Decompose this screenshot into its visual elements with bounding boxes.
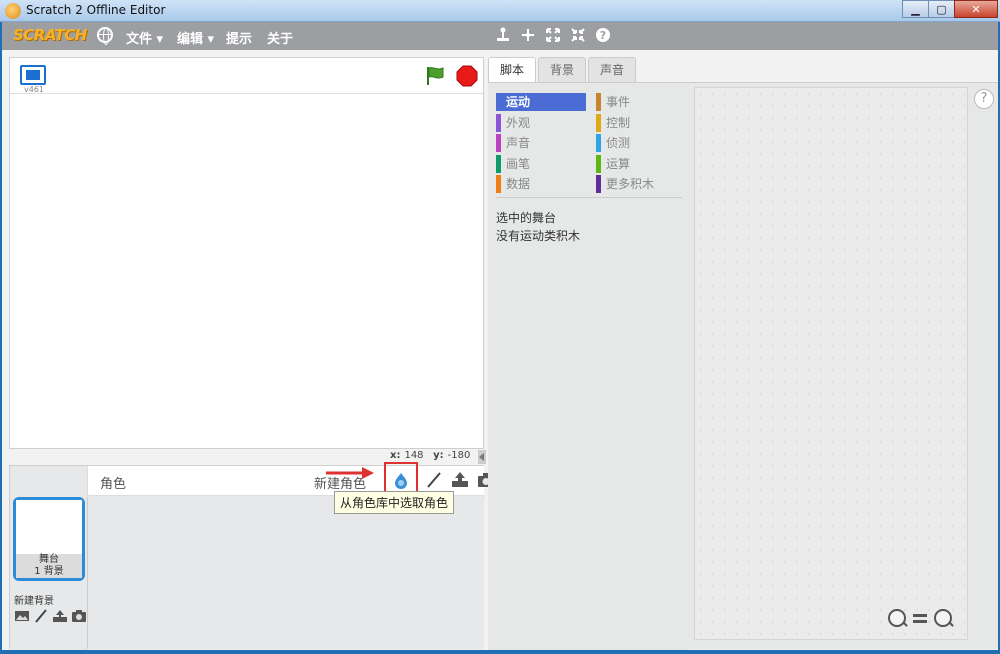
scratch-logo[interactable]: SCRATCH (13, 26, 87, 44)
sprite-library-icon (395, 473, 407, 489)
stage-panel: v461 (9, 57, 484, 449)
y-value: -180 (447, 450, 471, 461)
menu-edit[interactable]: 编辑 ▾ (177, 28, 214, 47)
menu-about[interactable]: 关于 (267, 28, 293, 47)
stage-thumbnail-image (16, 500, 82, 552)
category-right-0[interactable]: 事件 (596, 93, 686, 111)
sprite-library-button[interactable] (384, 462, 418, 494)
annotation-arrow (326, 467, 374, 479)
category-left-2[interactable]: 声音 (496, 134, 586, 152)
delete-icon[interactable] (519, 26, 536, 44)
zoom-tools (888, 609, 952, 627)
fullscreen-button[interactable] (20, 65, 46, 85)
palette-note-empty: 没有运动类积木 (496, 229, 581, 243)
paint-backdrop-icon[interactable] (33, 608, 49, 624)
backdrop-tools (14, 608, 87, 624)
close-button[interactable]: ✕ (954, 0, 998, 18)
stage-header: v461 (10, 58, 483, 94)
editor-tabs: 脚本 背景 声音 (488, 57, 638, 84)
paintbrush-icon (427, 472, 441, 488)
camera-backdrop-icon[interactable] (71, 608, 87, 624)
maximize-button[interactable]: ▢ (928, 0, 955, 18)
stage-thumbnail-label: 舞台 1 背景 (16, 554, 82, 578)
tab-backdrops[interactable]: 背景 (538, 57, 587, 83)
shrink-icon[interactable] (569, 26, 586, 44)
upload-sprite-button[interactable] (450, 470, 470, 490)
category-right-3[interactable]: 运算 (596, 154, 686, 173)
menu-file[interactable]: 文件 ▾ (126, 28, 163, 47)
window-controls: ▁ ▢ ✕ (902, 0, 998, 18)
sprite-library-tooltip: 从角色库中选取角色 (334, 491, 455, 514)
category-left-0[interactable]: 运动 (496, 93, 586, 111)
mouse-coordinates: x: 148 y: -180 (390, 450, 470, 461)
new-backdrop-label: 新建背景 (14, 596, 54, 607)
upload-backdrop-icon[interactable] (52, 608, 68, 624)
tab-scripts[interactable]: 脚本 (488, 57, 537, 84)
x-value: 148 (404, 450, 424, 461)
category-right-1[interactable]: 控制 (596, 113, 686, 132)
stage-name: 舞台 (39, 554, 59, 565)
stage-thumbnail-column: 舞台 1 背景 新建背景 (10, 466, 87, 650)
backdrop-library-icon[interactable] (14, 608, 30, 624)
category-left-4[interactable]: 数据 (496, 175, 586, 193)
stop-icon[interactable] (456, 65, 478, 87)
help-icon[interactable]: ? (594, 26, 611, 44)
minimize-button[interactable]: ▁ (902, 0, 929, 18)
palette-note-selected: 选中的舞台 (496, 211, 557, 225)
tab-sounds[interactable]: 声音 (588, 57, 637, 83)
sprite-title: 角色 (100, 477, 127, 492)
help-button[interactable]: ? (974, 89, 994, 109)
language-globe-icon[interactable] (97, 27, 113, 45)
menubar: SCRATCH 文件 ▾ 编辑 ▾ 提示 关于 ? (2, 22, 998, 50)
y-label: y: (433, 450, 444, 461)
paint-sprite-button[interactable] (424, 470, 444, 490)
window-titlebar: Scratch 2 Offline Editor ▁ ▢ ✕ (0, 0, 1000, 22)
stage-backdrop-count: 1 背景 (34, 566, 64, 577)
green-flag-icon[interactable] (424, 65, 446, 87)
grow-icon[interactable] (544, 26, 561, 44)
menubar-tools: ? (494, 26, 611, 44)
category-left-3[interactable]: 画笔 (496, 154, 586, 173)
zoom-reset-icon[interactable] (912, 609, 928, 627)
category-left-1[interactable]: 外观 (496, 113, 586, 132)
window-title: Scratch 2 Offline Editor (26, 3, 166, 17)
upload-icon (452, 472, 468, 487)
stage-collapse-handle[interactable] (478, 450, 486, 464)
zoom-out-icon[interactable] (888, 609, 906, 627)
sprite-list[interactable] (87, 497, 484, 649)
scratch-cat-icon (5, 3, 21, 19)
category-right-2[interactable]: 侦测 (596, 134, 686, 152)
zoom-in-icon[interactable] (934, 609, 952, 627)
palette-divider (496, 197, 682, 198)
duplicate-icon[interactable] (494, 26, 511, 44)
menu-tips[interactable]: 提示 (226, 28, 252, 47)
svg-text:?: ? (599, 29, 605, 42)
version-label: v461 (24, 85, 45, 94)
x-label: x: (390, 450, 401, 461)
category-right-4[interactable]: 更多积木 (596, 175, 686, 193)
block-palette: 运动外观声音画笔数据 事件控制侦测运算更多积木 选中的舞台 没有运动类积木 (488, 83, 688, 650)
scripts-pane: 运动外观声音画笔数据 事件控制侦测运算更多积木 选中的舞台 没有运动类积木 ? (488, 82, 998, 650)
script-area[interactable] (694, 87, 968, 640)
stage-thumbnail[interactable]: 舞台 1 背景 (13, 497, 85, 581)
